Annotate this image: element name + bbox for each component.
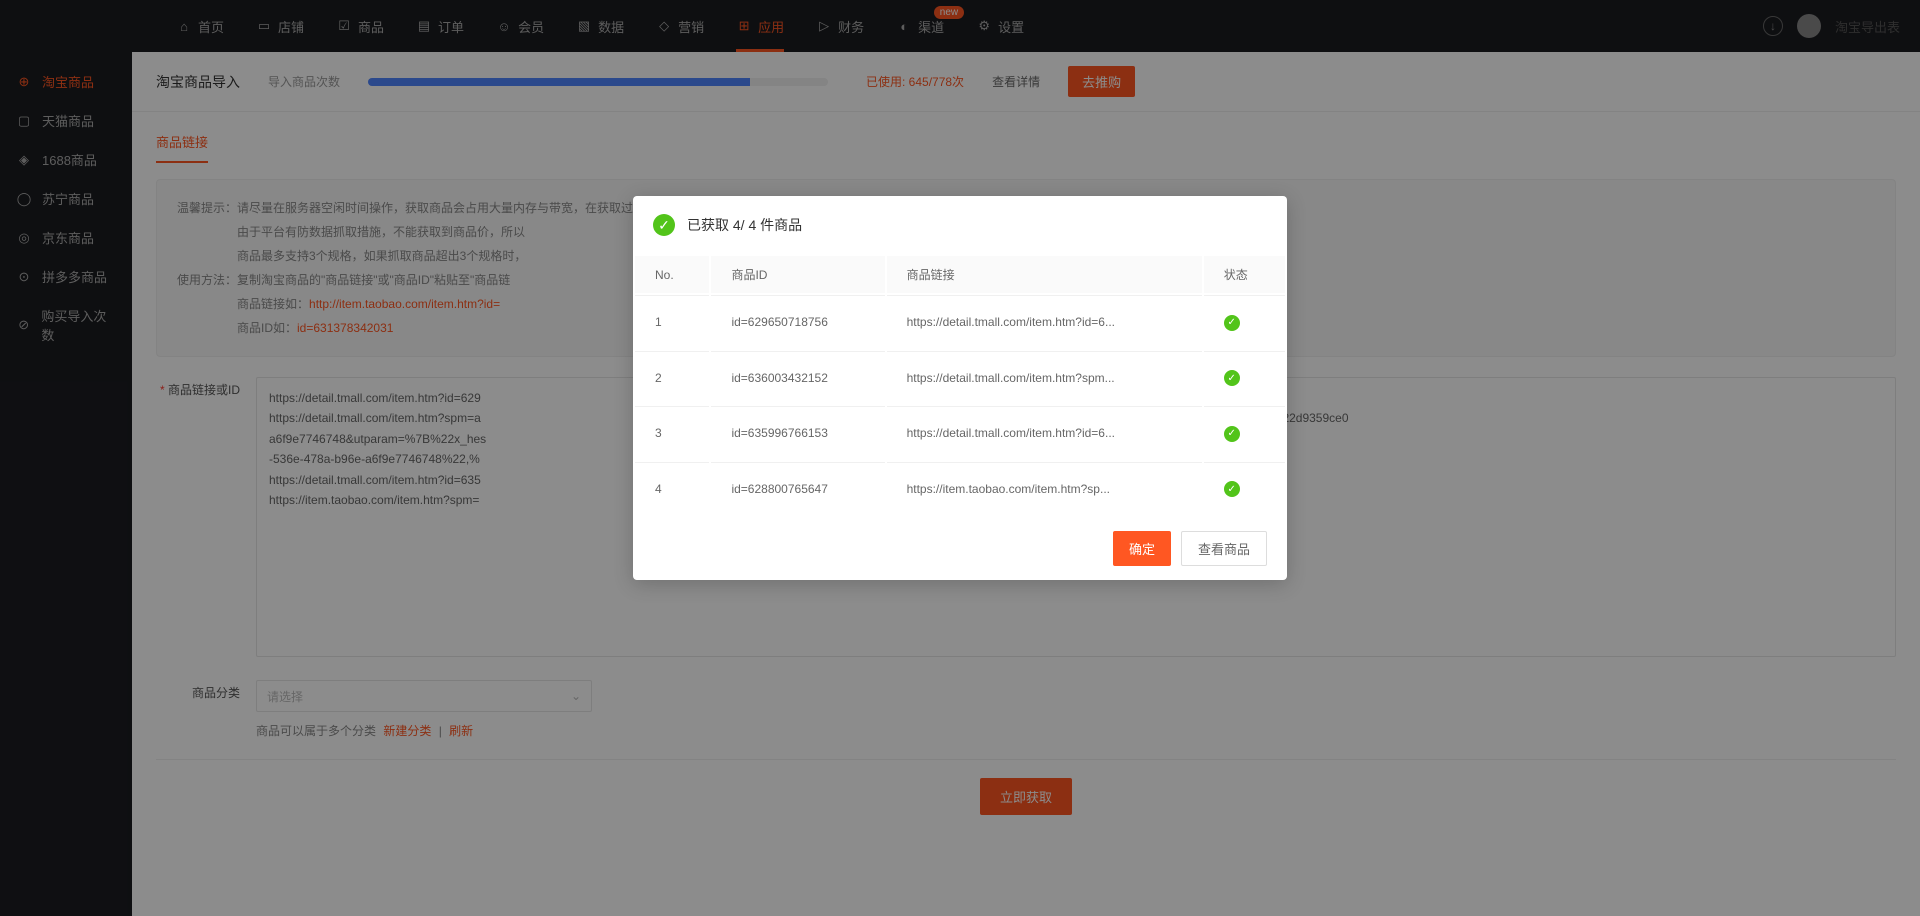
table-row: 2id=636003432152https://detail.tmall.com…: [635, 351, 1285, 405]
fetch-result-modal: ✓ 已获取 4/ 4 件商品 No. 商品ID 商品链接 状态 1id=6296…: [633, 196, 1287, 580]
table-row: 4id=628800765647https://item.taobao.com/…: [635, 462, 1285, 516]
modal-footer: 确定 查看商品: [633, 517, 1287, 580]
modal-title: 已获取 4/ 4 件商品: [687, 215, 802, 235]
col-pid: 商品ID: [711, 256, 884, 293]
ok-button[interactable]: 确定: [1113, 531, 1171, 566]
col-link: 商品链接: [887, 256, 1202, 293]
check-icon: ✓: [1224, 370, 1240, 386]
table-row: 3id=635996766153https://detail.tmall.com…: [635, 406, 1285, 460]
check-icon: ✓: [1224, 481, 1240, 497]
result-table: No. 商品ID 商品链接 状态 1id=629650718756https:/…: [633, 254, 1287, 517]
col-status: 状态: [1204, 256, 1285, 293]
check-icon: ✓: [1224, 426, 1240, 442]
table-row: 1id=629650718756https://detail.tmall.com…: [635, 295, 1285, 349]
modal-overlay[interactable]: ✓ 已获取 4/ 4 件商品 No. 商品ID 商品链接 状态 1id=6296…: [0, 0, 1920, 916]
check-icon: ✓: [1224, 315, 1240, 331]
modal-header: ✓ 已获取 4/ 4 件商品: [633, 196, 1287, 254]
success-icon: ✓: [653, 214, 675, 236]
view-goods-button[interactable]: 查看商品: [1181, 531, 1267, 566]
col-no: No.: [635, 256, 709, 293]
